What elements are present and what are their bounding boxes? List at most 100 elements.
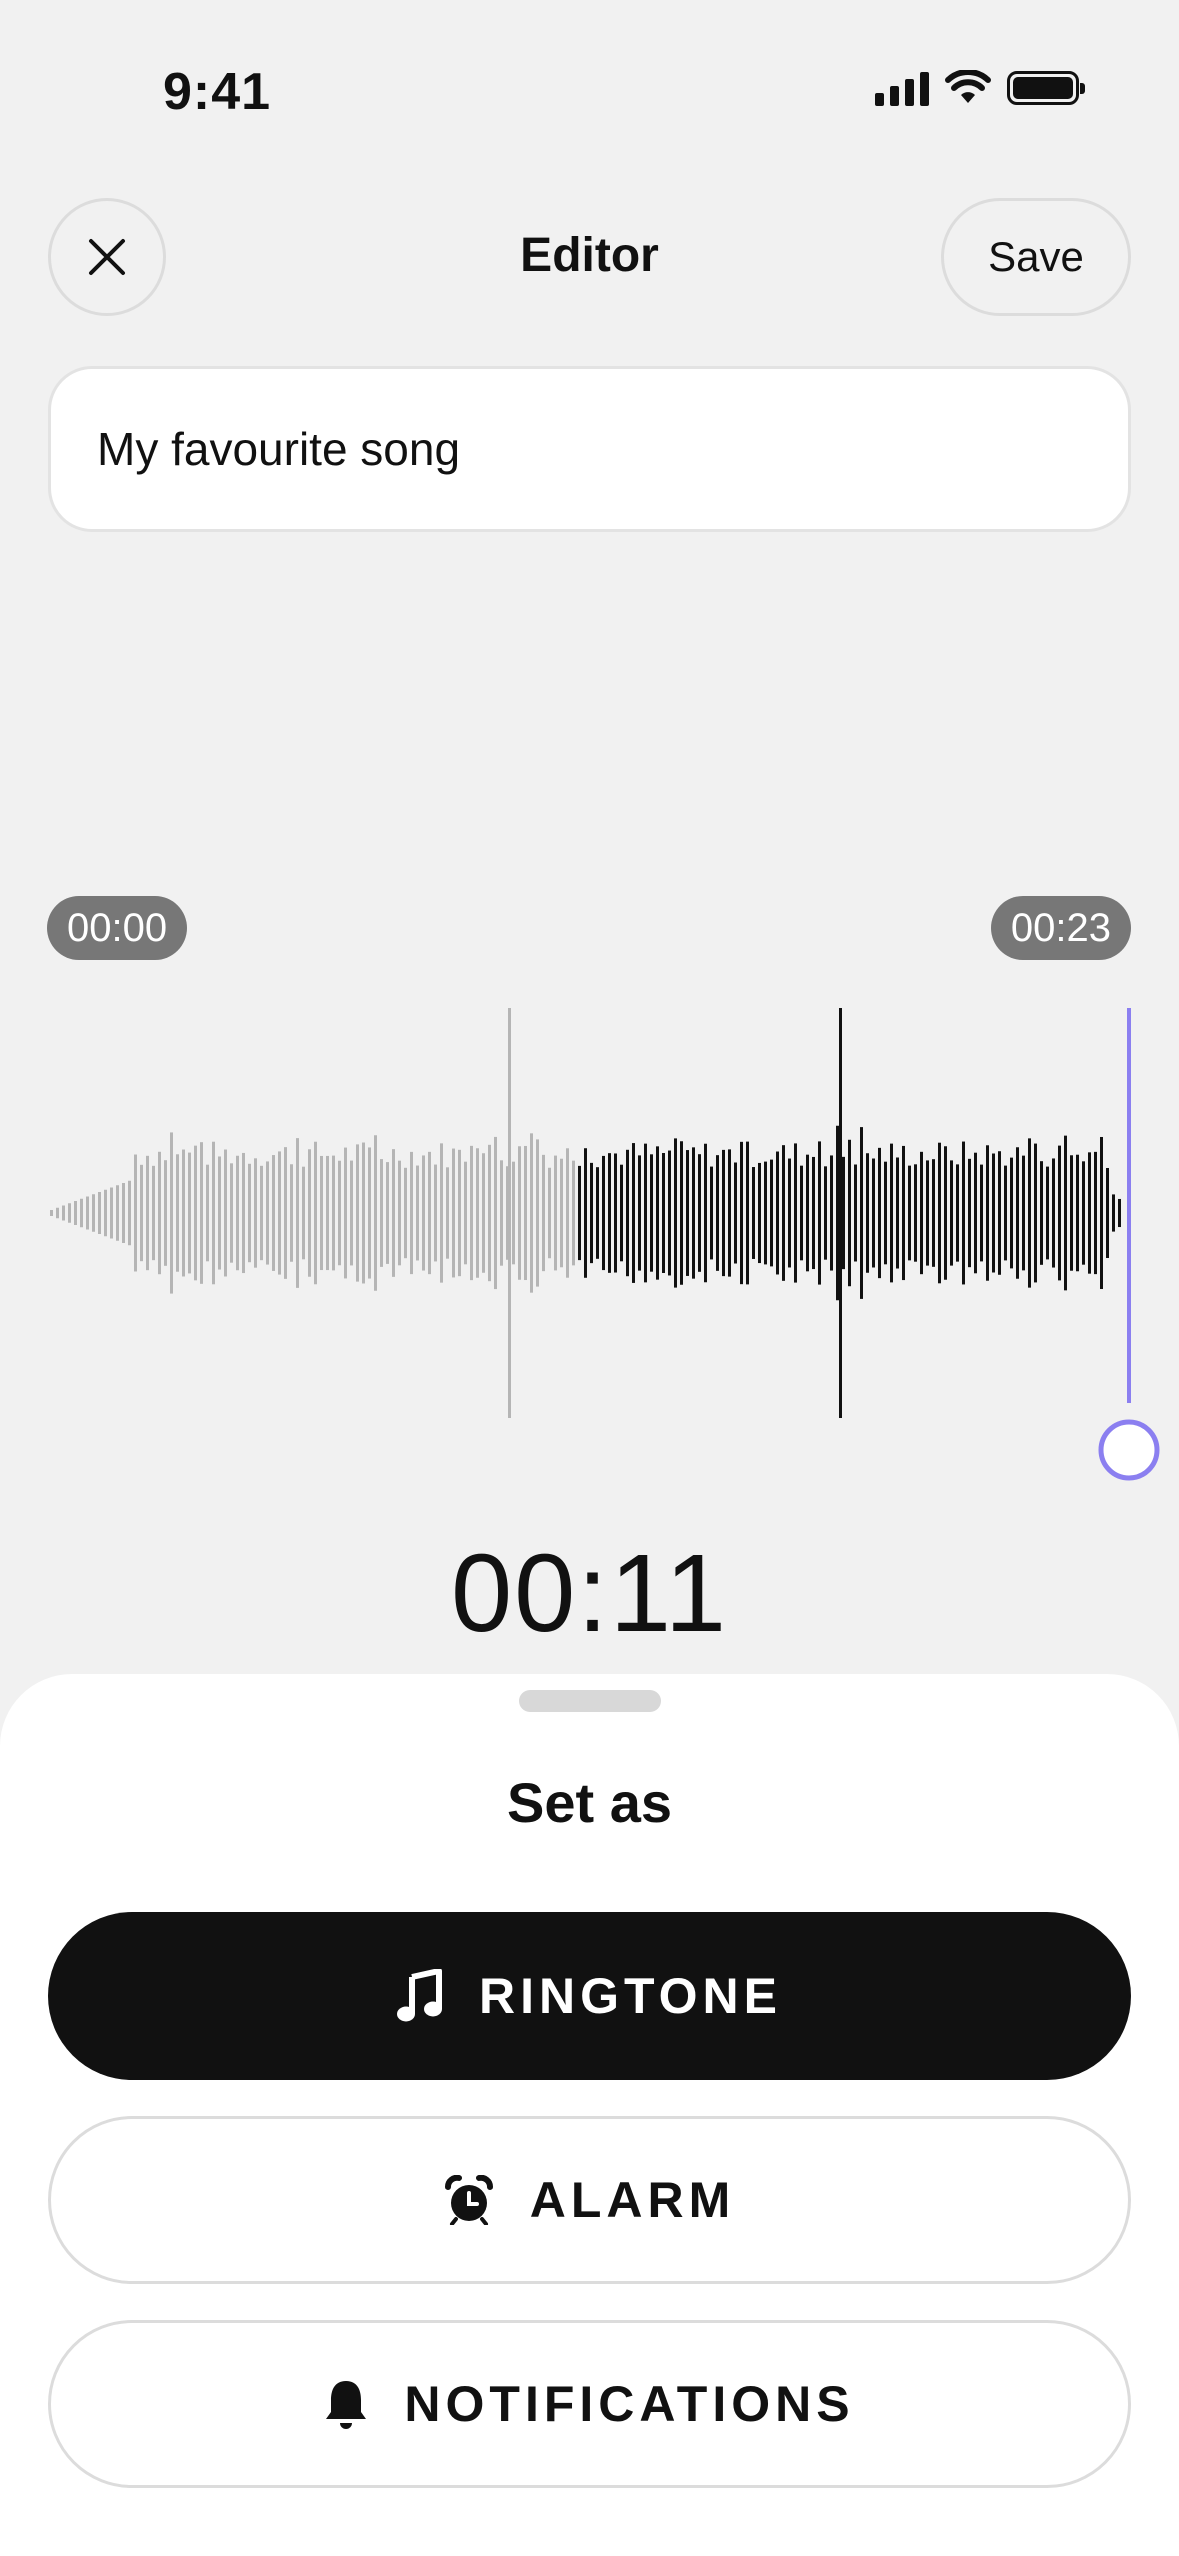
waveform-bar bbox=[968, 1158, 971, 1268]
start-time-badge: 00:00 bbox=[47, 896, 188, 960]
waveform-bar bbox=[236, 1155, 239, 1271]
waveform-bar bbox=[98, 1192, 101, 1234]
waveform-bar bbox=[350, 1160, 353, 1266]
save-button[interactable]: Save bbox=[941, 198, 1131, 316]
waveform-bar bbox=[1112, 1194, 1115, 1232]
waveform-bar bbox=[164, 1160, 167, 1266]
waveform-bar bbox=[458, 1149, 461, 1277]
waveform-bar bbox=[302, 1166, 305, 1260]
waveform-bar bbox=[596, 1167, 599, 1259]
waveform-bar bbox=[890, 1143, 893, 1283]
waveform-bar bbox=[542, 1154, 545, 1272]
waveform-bar bbox=[254, 1158, 257, 1268]
wifi-icon bbox=[945, 70, 991, 103]
waveform-bar bbox=[110, 1187, 113, 1239]
waveform-bar bbox=[932, 1159, 935, 1267]
waveform-bar bbox=[548, 1167, 551, 1259]
waveform-bar bbox=[806, 1154, 809, 1272]
waveform-bar bbox=[410, 1151, 413, 1275]
notifications-button[interactable]: NOTIFICATIONS bbox=[48, 2320, 1131, 2488]
waveform-bar bbox=[272, 1155, 275, 1271]
set-as-sheet: Set as RINGTONE ALARM NOTIFICATIONS bbox=[0, 1674, 1179, 2556]
waveform-peak-bar bbox=[839, 1008, 842, 1418]
waveform-bar bbox=[830, 1155, 833, 1271]
waveform-bar bbox=[362, 1142, 365, 1284]
waveform-bar bbox=[614, 1153, 617, 1273]
waveform-bar bbox=[104, 1189, 107, 1237]
waveform-bar bbox=[590, 1162, 593, 1264]
waveform-bar bbox=[1028, 1138, 1031, 1288]
battery-icon bbox=[1007, 71, 1085, 105]
waveform-bar bbox=[182, 1149, 185, 1277]
sheet-handle[interactable] bbox=[519, 1690, 661, 1712]
waveform-bar bbox=[416, 1165, 419, 1261]
waveform-bar bbox=[986, 1145, 989, 1281]
waveform-bar bbox=[608, 1153, 611, 1273]
waveform-bar bbox=[758, 1162, 761, 1264]
waveform-bar bbox=[788, 1158, 791, 1268]
waveform-bar bbox=[872, 1158, 875, 1268]
waveform-bar bbox=[86, 1196, 89, 1230]
waveform-bar bbox=[134, 1154, 137, 1272]
waveform-bar bbox=[374, 1135, 377, 1291]
waveform-bar bbox=[74, 1201, 77, 1225]
music-note-icon bbox=[397, 1969, 443, 2023]
waveform-bar bbox=[296, 1138, 299, 1288]
waveform-bar bbox=[950, 1160, 953, 1266]
waveform-bar bbox=[62, 1205, 65, 1221]
waveform-bar bbox=[428, 1151, 431, 1275]
editor-header: Editor Save bbox=[0, 198, 1179, 318]
waveform-bar bbox=[518, 1146, 521, 1280]
playhead-handle[interactable] bbox=[1098, 1419, 1160, 1481]
audio-waveform[interactable] bbox=[0, 990, 1179, 1490]
playhead-line[interactable] bbox=[1127, 1008, 1131, 1403]
alarm-label: ALARM bbox=[529, 2172, 736, 2228]
waveform-bar bbox=[626, 1149, 629, 1277]
waveform-bar bbox=[152, 1165, 155, 1261]
waveform-bar bbox=[170, 1132, 173, 1294]
waveform-bar bbox=[902, 1145, 905, 1281]
waveform-bar bbox=[680, 1141, 683, 1285]
waveform-bar bbox=[644, 1143, 647, 1283]
waveform-bar bbox=[854, 1164, 857, 1262]
status-time: 9:41 bbox=[163, 63, 272, 121]
waveform-bar bbox=[1076, 1154, 1079, 1272]
waveform-bar bbox=[1118, 1198, 1121, 1228]
waveform-bar bbox=[464, 1161, 467, 1265]
waveform-bar bbox=[248, 1163, 251, 1263]
waveform-bar bbox=[128, 1180, 131, 1246]
waveform-bar bbox=[884, 1161, 887, 1265]
waveform-bar bbox=[338, 1160, 341, 1266]
waveform-bar bbox=[770, 1159, 773, 1267]
waveform-bar bbox=[512, 1161, 515, 1265]
waveform-bar bbox=[212, 1141, 215, 1285]
waveform-bar bbox=[602, 1155, 605, 1271]
waveform-bar bbox=[230, 1163, 233, 1263]
waveform-bar bbox=[584, 1148, 587, 1278]
song-name-input[interactable]: My favourite song bbox=[48, 366, 1131, 532]
waveform-bar bbox=[80, 1198, 83, 1228]
waveform-bar bbox=[368, 1147, 371, 1279]
waveform-bar bbox=[656, 1146, 659, 1280]
ringtone-button[interactable]: RINGTONE bbox=[48, 1912, 1131, 2080]
waveform-bar bbox=[914, 1164, 917, 1262]
waveform-bar bbox=[722, 1149, 725, 1277]
waveform-bar bbox=[1034, 1143, 1037, 1283]
waveform-bar bbox=[554, 1155, 557, 1271]
waveform-bar bbox=[578, 1165, 581, 1261]
waveform-bar bbox=[1040, 1161, 1043, 1265]
waveform-bar bbox=[488, 1144, 491, 1282]
waveform-bar bbox=[566, 1148, 569, 1278]
waveform-bar bbox=[224, 1149, 227, 1277]
waveform-bar bbox=[50, 1210, 53, 1216]
waveform-bar bbox=[446, 1167, 449, 1259]
alarm-button[interactable]: ALARM bbox=[48, 2116, 1131, 2284]
waveform-bar bbox=[944, 1146, 947, 1280]
waveform-bar bbox=[1064, 1135, 1067, 1291]
waveform-bar bbox=[1022, 1155, 1025, 1271]
waveform-bar bbox=[764, 1161, 767, 1265]
waveform-bar bbox=[1046, 1166, 1049, 1260]
waveform-bar bbox=[866, 1153, 869, 1273]
waveform-bar bbox=[692, 1147, 695, 1279]
waveform-bar bbox=[638, 1155, 641, 1271]
